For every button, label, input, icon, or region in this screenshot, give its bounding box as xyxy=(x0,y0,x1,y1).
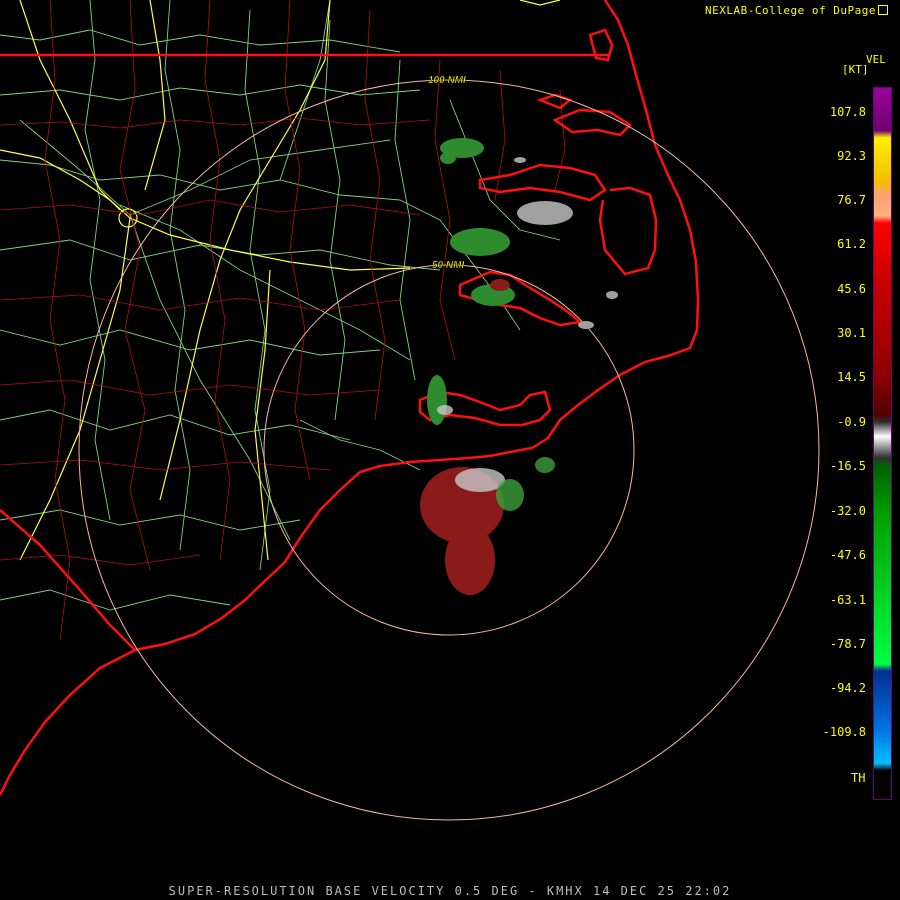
legend-tick: 61.2 xyxy=(837,237,866,251)
product-footer: SUPER-RESOLUTION BASE VELOCITY 0.5 DEG -… xyxy=(168,884,732,898)
legend-title: VEL xyxy=(866,53,886,66)
range-label-100: 100 NMI xyxy=(428,75,466,86)
legend-tick: 107.8 xyxy=(829,105,866,119)
legend-tick: -0.9 xyxy=(837,415,866,429)
credit-logo-icon xyxy=(878,5,888,15)
legend-tick: -63.1 xyxy=(829,593,866,607)
legend-tick: -94.2 xyxy=(829,681,866,695)
velocity-colorbar xyxy=(873,87,892,800)
legend-tick: -47.6 xyxy=(829,548,866,562)
legend-tick: -16.5 xyxy=(829,459,866,473)
radar-map: 100 NMI 50 NMI xyxy=(0,0,900,900)
legend-tick: 92.3 xyxy=(837,149,866,163)
legend-tick: 14.5 xyxy=(837,370,866,384)
legend-tick: 76.7 xyxy=(837,193,866,207)
legend-th-label: TH xyxy=(851,771,866,785)
legend-tick: -78.7 xyxy=(829,637,866,651)
legend-tick: -109.8 xyxy=(822,725,866,739)
nexlab-credit: NEXLAB-College of DuPage xyxy=(705,4,888,17)
legend-tick: 30.1 xyxy=(837,326,866,340)
legend-tick: 45.6 xyxy=(837,282,866,296)
legend-unit: [KT] xyxy=(842,63,869,76)
range-label-50: 50 NMI xyxy=(432,260,464,271)
credit-text: NEXLAB-College of DuPage xyxy=(705,4,876,17)
legend-tick: -32.0 xyxy=(829,504,866,518)
